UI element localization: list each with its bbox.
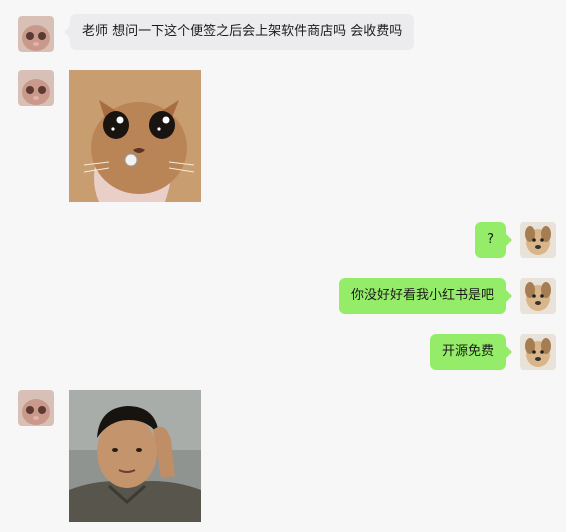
man-scratching-head-sticker-icon <box>69 390 201 522</box>
message-text: 你没好好看我小红书是吧 <box>350 288 494 303</box>
my-avatar[interactable] <box>520 222 556 258</box>
image-message[interactable] <box>69 390 201 522</box>
dog-avatar-icon <box>520 334 556 370</box>
sender-avatar[interactable] <box>18 16 54 52</box>
cat-avatar-icon <box>18 390 54 426</box>
message-text: ? <box>487 232 494 247</box>
cat-avatar-icon <box>18 16 54 52</box>
crying-cat-sticker-icon <box>69 70 201 202</box>
my-avatar[interactable] <box>520 278 556 314</box>
image-message[interactable] <box>69 70 201 202</box>
my-avatar[interactable] <box>520 334 556 370</box>
dog-avatar-icon <box>520 278 556 314</box>
message-bubble[interactable]: 你没好好看我小红书是吧 <box>338 278 513 314</box>
cat-avatar-icon <box>18 70 54 106</box>
message-text: 开源免费 <box>441 344 494 359</box>
message-bubble[interactable]: 老师 想问一下这个便签之后会上架软件商店吗 会收费吗 <box>63 14 415 50</box>
sender-avatar[interactable] <box>18 390 54 426</box>
message-bubble[interactable]: ? <box>475 222 512 258</box>
message-bubble[interactable]: 开源免费 <box>429 334 513 370</box>
sender-avatar[interactable] <box>18 70 54 106</box>
message-text: 老师 想问一下这个便签之后会上架软件商店吗 会收费吗 <box>82 24 403 39</box>
dog-avatar-icon <box>520 222 556 258</box>
